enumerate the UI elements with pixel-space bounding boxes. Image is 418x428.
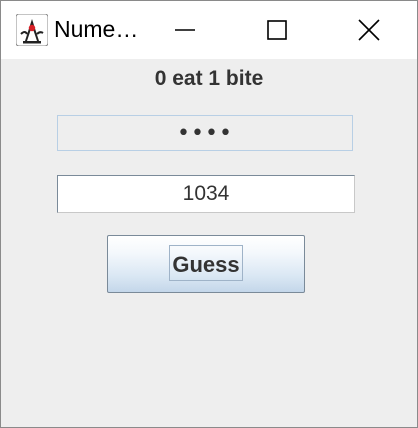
title-bar[interactable]: Nume… (1, 1, 417, 59)
close-button[interactable] (323, 1, 415, 59)
close-icon (358, 19, 380, 41)
guess-input-field[interactable] (57, 175, 355, 213)
app-window: Nume… 0 eat 1 bite •••• Gu (0, 0, 418, 428)
guess-button-label: Guess (172, 252, 240, 277)
secret-number-field: •••• (57, 115, 353, 151)
guess-button[interactable]: Guess (107, 235, 305, 293)
maximize-icon (267, 20, 287, 40)
minimize-icon (175, 29, 195, 31)
minimize-button[interactable] (139, 1, 231, 59)
java-duke-icon[interactable] (15, 13, 49, 47)
result-label: 0 eat 1 bite (154, 67, 264, 90)
window-title: Nume… (54, 16, 139, 42)
maximize-button[interactable] (231, 1, 323, 59)
guess-input[interactable] (60, 178, 351, 210)
secret-number-mask: •••• (177, 121, 233, 146)
content-panel: 0 eat 1 bite •••• Guess (1, 59, 417, 427)
